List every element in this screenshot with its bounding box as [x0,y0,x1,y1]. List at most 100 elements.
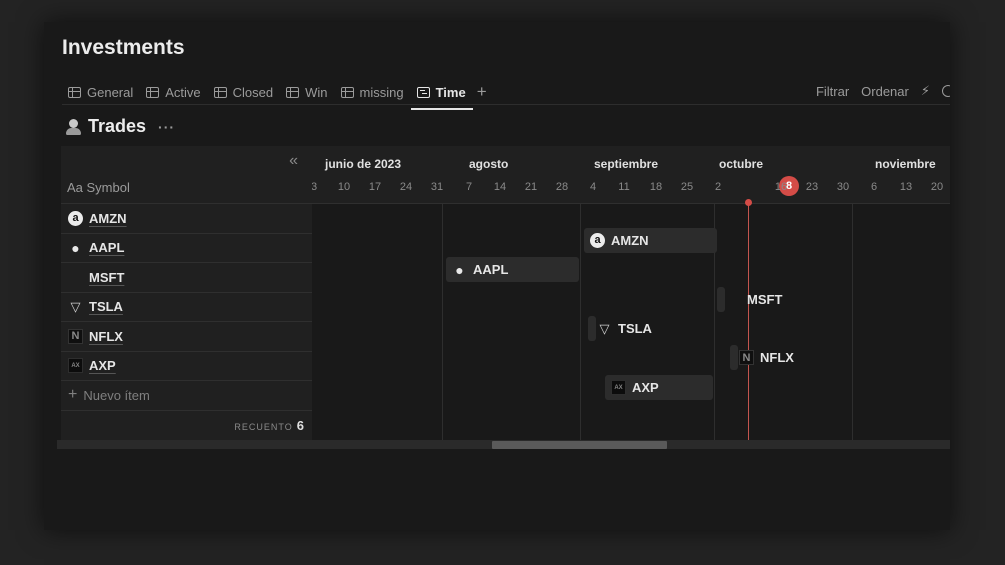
lightning-icon[interactable]: ⚡ [921,83,930,99]
timeline-header: junio de 2023 agosto septiembre octubre … [312,146,950,204]
symbol-label: AXP [89,358,116,374]
timeline-label-msft[interactable]: MSFT [726,287,806,312]
person-icon [64,118,82,136]
month-divider [852,204,853,440]
filter-button[interactable]: Filtrar [816,84,849,99]
table-icon [68,86,81,98]
bar-label: MSFT [747,292,783,307]
today-dot [745,199,752,206]
table-panel: « Aa Symbol a AMZN ● AAPL MSFT ▽ TSLA N … [61,146,312,440]
day-label: 28 [555,181,569,193]
apple-logo: ● [455,261,464,278]
sort-button[interactable]: Ordenar [861,84,909,99]
timeline-label-tsla[interactable]: ▽ TSLA [597,316,677,341]
timeline-icon [416,86,430,98]
month-divider [580,204,581,440]
day-label: 10 [337,181,351,193]
row-count[interactable]: RECUENTO 6 [234,418,304,433]
more-options-button[interactable]: ··· [158,119,175,135]
amazon-logo: a [590,233,605,248]
amazon-logo: a [68,210,83,226]
timeline-bar-axp[interactable]: AX AXP [605,375,713,400]
app-window: Investments General Active Closed Win mi… [44,22,950,530]
timeline-bar-amzn[interactable]: a AMZN [584,228,717,253]
day-label: 13 [899,181,913,193]
tab-label: General [87,84,134,100]
symbol-label: AAPL [89,240,125,256]
day-label: 31 [430,181,444,193]
plus-icon: + [68,386,78,404]
day-label: 16 [774,181,788,193]
tab-general[interactable]: General [62,79,140,105]
day-label: 4 [589,181,597,193]
microsoft-logo [726,292,741,307]
table-row[interactable]: ● AAPL [61,234,312,263]
tab-missing[interactable]: missing [335,79,411,105]
table-row[interactable]: AX AXP [61,352,312,381]
new-item-button[interactable]: + Nuevo ítem [61,381,312,411]
page-title: Investments [62,36,185,59]
day-label: 2 [714,181,722,193]
apple-logo: ● [71,239,80,256]
table-icon [146,86,160,98]
collapse-table-button[interactable]: « [289,152,298,170]
month-label: noviembre [875,157,936,171]
timeline-bar-tsla[interactable] [588,316,596,341]
horizontal-scrollbar[interactable] [57,440,950,449]
table-row[interactable]: MSFT [61,263,312,293]
add-view-button[interactable]: + [477,82,487,102]
count-row: RECUENTO 6 [61,411,312,441]
bar-label: AMZN [611,233,649,248]
timeline-bar-aapl[interactable]: ● AAPL [446,257,579,282]
new-item-label: Nuevo ítem [83,387,150,403]
table-row[interactable]: a AMZN [61,204,312,234]
tab-label: missing [359,84,404,100]
amex-logo: AX [68,358,83,374]
tab-win[interactable]: Win [280,79,334,105]
tab-label: Win [305,84,328,100]
day-label: 7 [465,181,473,193]
scrollbar-thumb[interactable] [492,441,667,449]
count-label: RECUENTO [234,421,293,432]
tab-time[interactable]: Time [410,79,473,110]
view-tabs: General Active Closed Win missing Time +… [62,78,950,110]
table-icon [213,86,227,98]
bar-label: NFLX [760,350,794,365]
table-icon [340,86,354,98]
symbol-column-header[interactable]: Aa Symbol [67,180,130,195]
symbol-label: NFLX [89,328,123,344]
bar-label: AAPL [473,262,509,277]
netflix-logo: N [68,328,83,344]
timeline-bar-nflx[interactable] [730,345,738,370]
bar-label: TSLA [618,321,652,336]
table-icon [286,86,300,98]
symbol-label: MSFT [89,269,125,285]
tesla-logo: ▽ [70,298,81,314]
tab-closed[interactable]: Closed [208,79,280,105]
month-label: octubre [719,157,764,171]
day-label: 3 [312,181,318,193]
table-row[interactable]: ▽ TSLA [61,293,312,322]
database-name[interactable]: Trades [88,116,146,137]
month-label: junio de 2023 [325,157,402,171]
today-line [748,202,749,440]
microsoft-logo [68,270,83,285]
tabs-divider [62,104,950,105]
day-label: 30 [836,181,850,193]
day-label: 24 [399,181,413,193]
table-header: « Aa Symbol [61,146,312,204]
bar-label: AXP [632,380,659,395]
symbol-label: TSLA [89,299,123,315]
timeline-view: junio de 2023 agosto septiembre octubre … [312,146,950,440]
table-row[interactable]: N NFLX [61,322,312,352]
search-icon[interactable] [942,85,950,97]
tab-label: Time [435,84,466,100]
timeline-label-nflx[interactable]: N NFLX [739,345,819,370]
symbol-label: AMZN [89,210,127,226]
tab-label: Closed [232,84,274,100]
tab-active[interactable]: Active [140,79,207,105]
month-label: agosto [469,157,509,171]
timeline-bar-msft[interactable] [717,287,725,312]
count-value: 6 [296,417,304,433]
day-label: 20 [930,181,944,193]
